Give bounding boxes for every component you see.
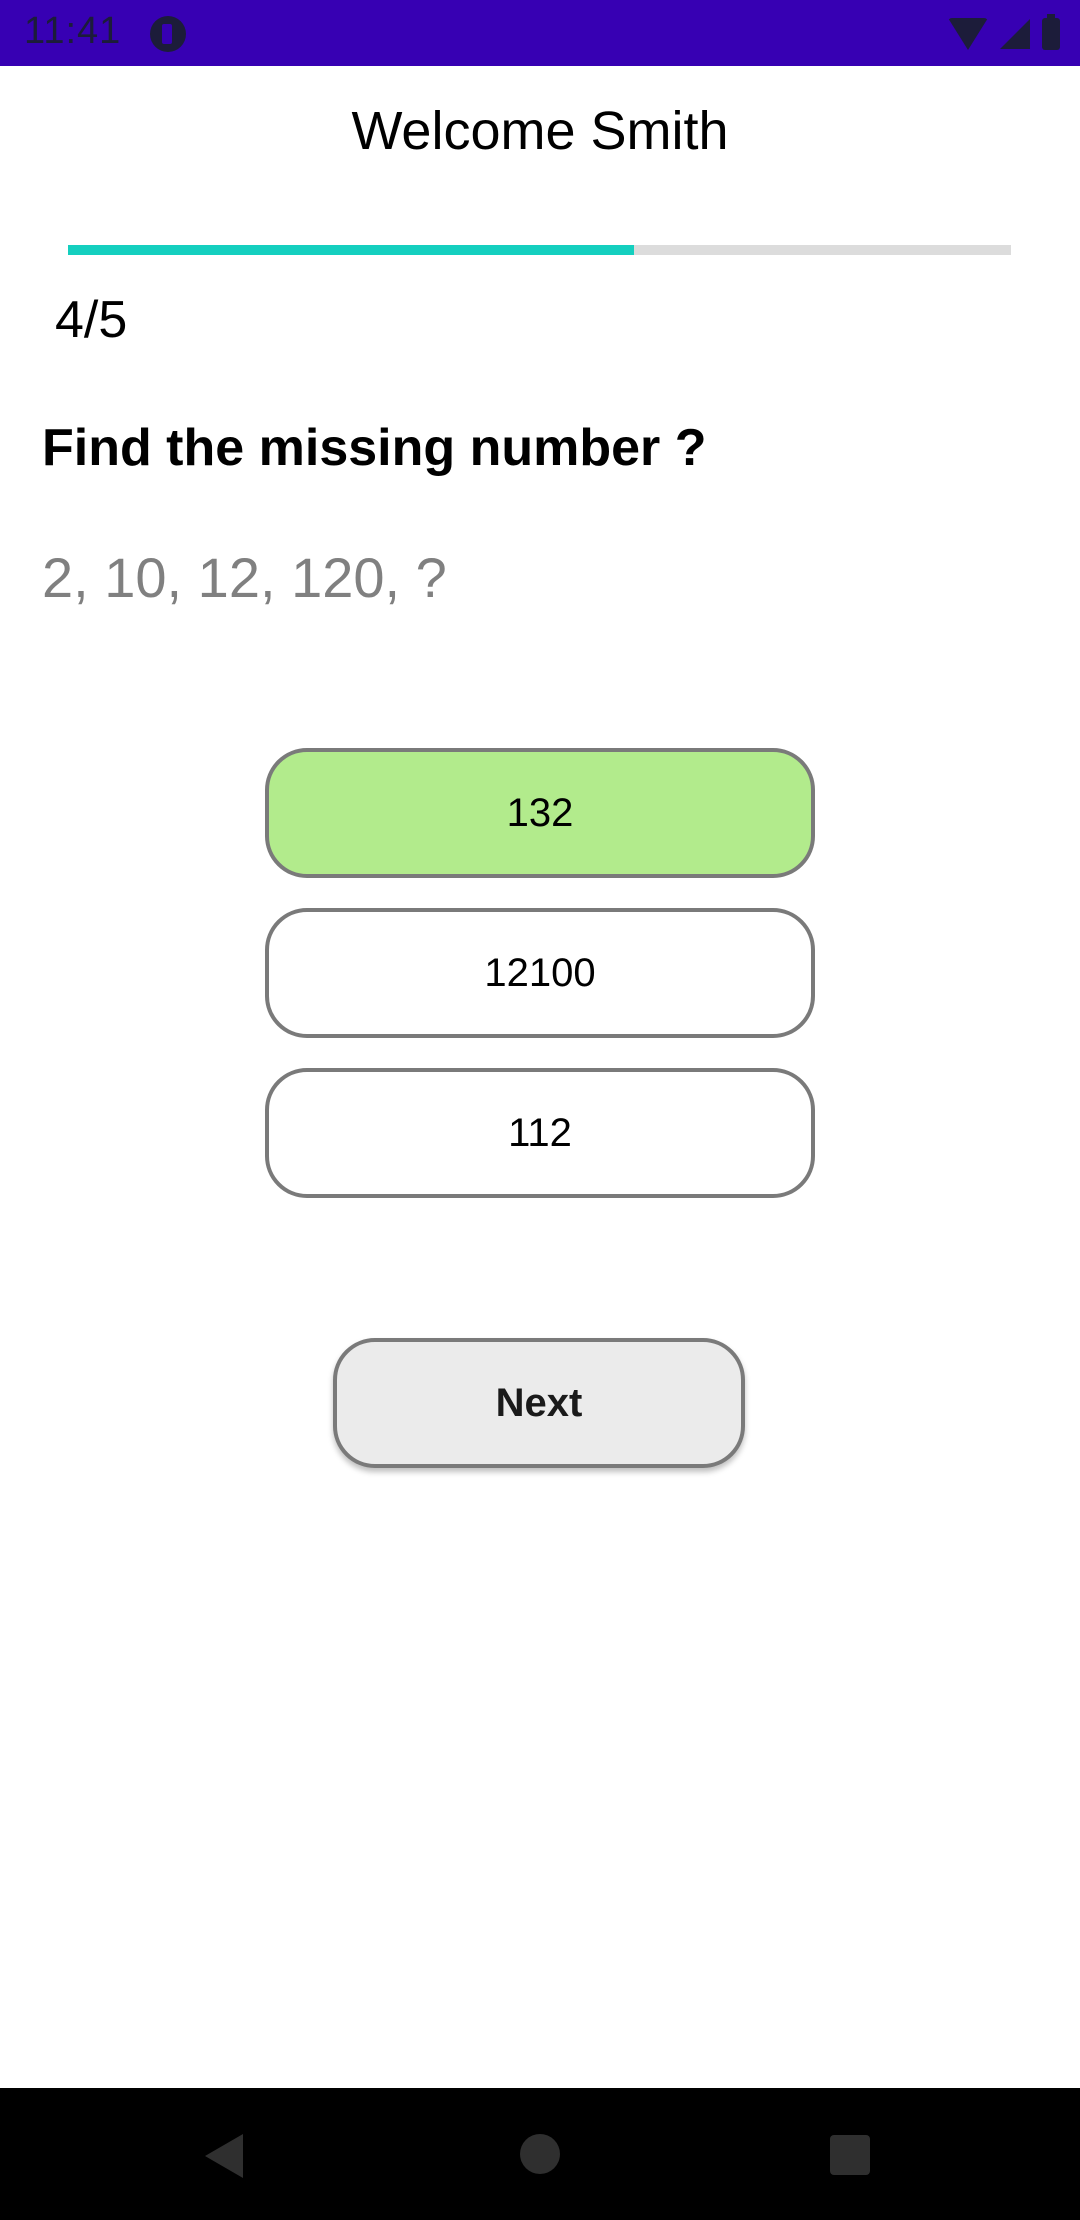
status-bar: 11:41 (0, 0, 1080, 66)
back-icon[interactable] (205, 2134, 243, 2178)
option-button[interactable]: 112 (265, 1068, 815, 1198)
question-title: Find the missing number ? (42, 419, 707, 477)
battery-icon (1042, 14, 1060, 50)
wifi-icon (948, 18, 988, 50)
option-button[interactable]: 12100 (265, 908, 815, 1038)
question-sequence: 2, 10, 12, 120, ? (42, 546, 447, 609)
app-notification-icon (150, 16, 186, 52)
next-button[interactable]: Next (333, 1338, 745, 1468)
progress-bar (68, 245, 1011, 255)
progress-fill (68, 245, 634, 255)
signal-icon (1000, 19, 1030, 49)
status-icons (948, 14, 1060, 54)
option-button[interactable]: 132 (265, 748, 815, 878)
home-icon[interactable] (520, 2134, 560, 2174)
page-title: Welcome Smith (351, 101, 729, 161)
recents-icon[interactable] (830, 2135, 870, 2175)
status-time: 11:41 (24, 10, 122, 52)
progress-count: 4/5 (55, 291, 128, 349)
navigation-bar (0, 2088, 1080, 2220)
